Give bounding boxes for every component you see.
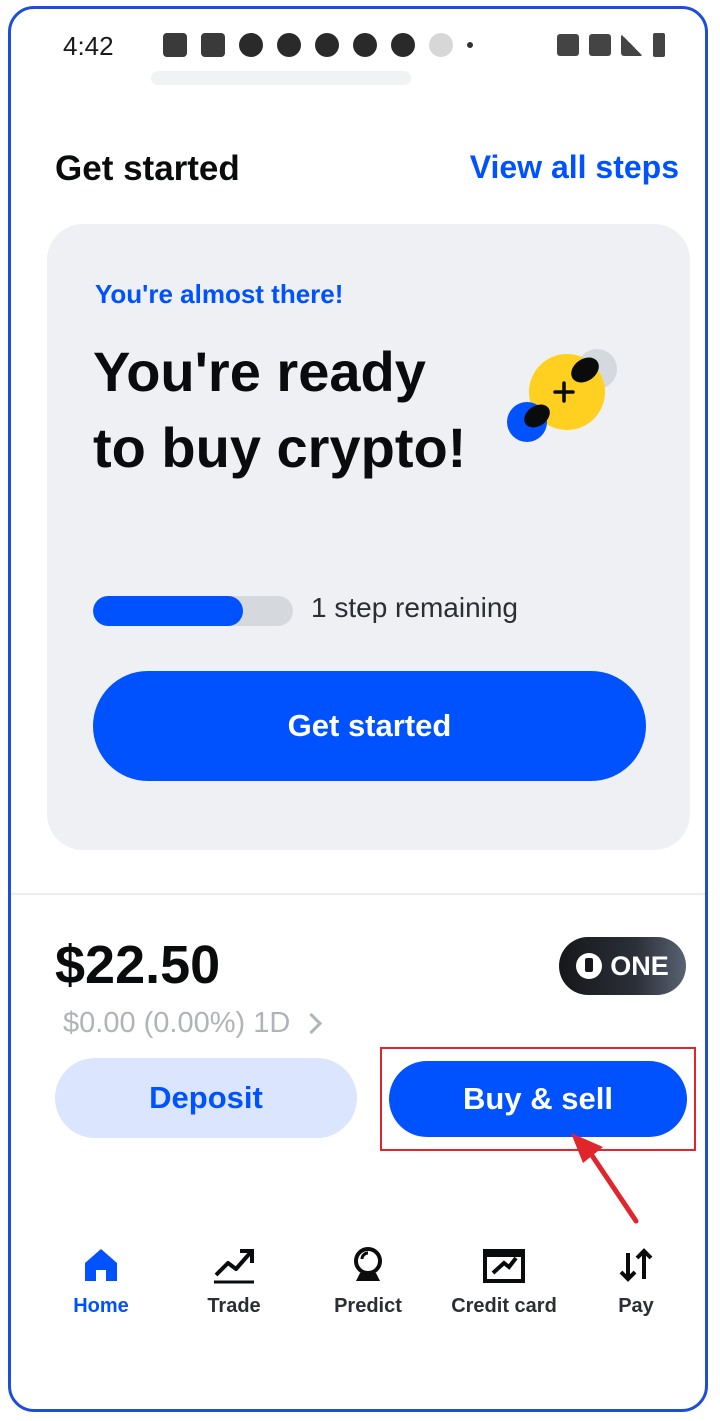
nav-item-pay[interactable]: Pay	[571, 1241, 701, 1318]
portfolio-balance: $22.50	[55, 935, 221, 995]
progress-label: 1 step remaining	[311, 592, 519, 623]
more-notifications-dot	[467, 42, 473, 48]
faded-app-icon	[429, 33, 453, 57]
messenger-icon	[353, 33, 377, 57]
phone-frame: 4:42 Get started View all steps You're a…	[8, 6, 708, 1412]
notification-icons	[163, 33, 473, 57]
status-bar: 4:42	[11, 9, 705, 85]
nav-label: Pay	[618, 1295, 654, 1317]
nav-item-trade[interactable]: Trade	[169, 1241, 299, 1318]
facebook-icon	[277, 33, 301, 57]
trend-icon	[169, 1241, 299, 1285]
section-title: Get started	[55, 149, 240, 188]
facebook-icon	[391, 33, 415, 57]
mute-icon	[557, 34, 579, 56]
network-icon	[589, 34, 611, 56]
section-divider	[11, 893, 705, 895]
status-time: 4:42	[63, 31, 114, 61]
pointer-arrow-icon	[571, 1133, 639, 1224]
battery-icon	[653, 33, 665, 57]
nav-item-predict[interactable]: Predict	[303, 1241, 433, 1318]
system-icons	[557, 33, 665, 57]
credit-card-icon	[439, 1241, 569, 1285]
chevron-right-icon	[301, 1012, 323, 1035]
chat-icon	[201, 33, 225, 57]
nav-item-credit-card[interactable]: Credit card	[439, 1241, 569, 1318]
coinbase-one-badge[interactable]: ONE	[559, 937, 686, 995]
status-divider	[151, 71, 411, 85]
transfer-arrows-icon	[571, 1241, 701, 1285]
one-badge-label: ONE	[610, 950, 669, 981]
deposit-button[interactable]: Deposit	[55, 1058, 357, 1138]
nav-label: Predict	[334, 1295, 402, 1317]
get-started-button[interactable]: Get started	[93, 671, 646, 781]
progress-bar	[93, 596, 293, 626]
card-heading: You're ready to buy crypto!	[93, 340, 467, 479]
bottom-nav: Home Trade Predict Credit card Pay	[11, 1241, 705, 1331]
signal-icon	[621, 34, 643, 56]
view-all-steps-link[interactable]: View all steps	[470, 149, 679, 186]
crypto-coins-icon	[507, 349, 617, 442]
crystal-ball-icon	[303, 1241, 433, 1285]
balance-change[interactable]: $0.00 (0.00%) 1D	[63, 1007, 323, 1040]
nav-label: Credit card	[451, 1295, 557, 1317]
facebook-icon	[239, 33, 263, 57]
onboarding-card: You're almost there! You're ready to buy…	[47, 224, 690, 850]
card-eyebrow: You're almost there!	[95, 279, 344, 309]
facebook-icon	[315, 33, 339, 57]
coinbase-one-icon	[576, 953, 603, 979]
home-icon	[36, 1241, 166, 1285]
nav-item-home[interactable]: Home	[36, 1241, 166, 1318]
nav-label: Home	[73, 1295, 129, 1317]
balance-change-text: $0.00 (0.00%) 1D	[63, 1007, 291, 1039]
progress-fill	[93, 596, 243, 626]
nav-label: Trade	[207, 1295, 261, 1317]
notification-icon	[163, 33, 187, 57]
